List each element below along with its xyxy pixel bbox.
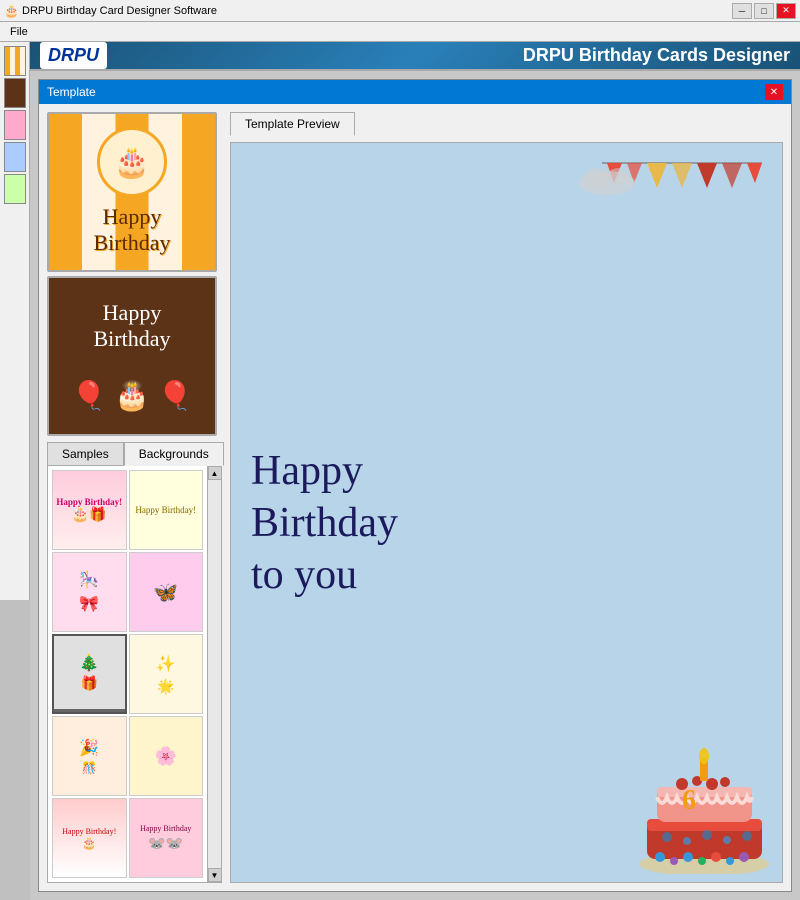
thumb-3[interactable]: 🎠 🎀 — [52, 552, 127, 632]
tabs-row: Samples Backgrounds — [47, 442, 222, 466]
dialog-area: Template ✕ 🎂 HappyBirthday — [30, 71, 800, 900]
thumb-10[interactable]: Happy Birthday 🐭🐭 — [129, 798, 204, 878]
cake-svg: 6 — [632, 729, 777, 874]
drpu-logo: DRPU — [40, 42, 107, 69]
preview-tab-button[interactable]: Template Preview — [230, 112, 355, 136]
thumb-7-icon: 🎉 — [79, 738, 99, 758]
thumb-5[interactable]: 🎄 🎁 — [52, 634, 127, 714]
app-icon: 🎂 — [4, 4, 18, 18]
thumb-8-icon: 🌸 — [155, 746, 177, 767]
thumb-6[interactable]: ✨ 🌟 — [129, 634, 204, 714]
maximize-button[interactable]: □ — [754, 3, 774, 19]
thumb-4-icon: 🦋 — [153, 580, 178, 605]
dialog-title-text: Template — [47, 85, 96, 99]
window-title: DRPU Birthday Card Designer Software — [22, 5, 732, 17]
thumb-4[interactable]: 🦋 — [129, 552, 204, 632]
thumb-5-icon: 🎄 — [79, 653, 99, 673]
sidebar-thumb-2[interactable] — [4, 78, 26, 108]
drpu-title: DRPU Birthday Cards Designer — [523, 45, 790, 66]
left-panel: 🎂 HappyBirthday HappyBirthday 🎈 🎂 🎈 — [47, 112, 222, 883]
dialog-body: 🎂 HappyBirthday HappyBirthday 🎈 🎂 🎈 — [39, 104, 791, 891]
cloud-decoration — [577, 158, 637, 201]
thumb-grid-wrapper: Happy Birthday! 🎂🎁 Happy Birthday! — [47, 466, 222, 883]
card2-text: HappyBirthday — [94, 300, 171, 353]
left-sidebar — [0, 42, 30, 600]
scroll-track — [208, 480, 222, 868]
sidebar-thumb-3[interactable] — [4, 110, 26, 140]
thumb-9[interactable]: Happy Birthday! 🎂 — [52, 798, 127, 878]
template-dialog: Template ✕ 🎂 HappyBirthday — [38, 79, 792, 892]
drpu-header: DRPU DRPU Birthday Cards Designer — [30, 42, 800, 71]
thumb-1[interactable]: Happy Birthday! 🎂🎁 — [52, 470, 127, 550]
preview-card: Happy Birthday to you — [231, 143, 782, 882]
title-bar: 🎂 DRPU Birthday Card Designer Software ─… — [0, 0, 800, 22]
preview-text-happy: Happy — [251, 447, 363, 495]
thumb-8[interactable]: 🌸 — [129, 716, 204, 796]
preview-box: Happy Birthday to you — [230, 142, 783, 883]
dialog-close-button[interactable]: ✕ — [765, 84, 783, 100]
scroll-down-button[interactable]: ▼ — [208, 868, 222, 882]
tab-samples[interactable]: Samples — [47, 442, 124, 466]
main-area: DRPU DRPU Birthday Cards Designer Templa… — [0, 42, 800, 600]
thumb-1-icon: Happy Birthday! — [56, 497, 122, 507]
sidebar-thumb-1[interactable] — [4, 46, 26, 76]
thumb-9-text: Happy Birthday! — [62, 827, 116, 836]
tab-backgrounds[interactable]: Backgrounds — [124, 442, 224, 466]
right-panel: Template Preview — [230, 112, 783, 883]
thumb-2-icon: Happy Birthday! — [135, 505, 196, 515]
svg-text:6: 6 — [682, 785, 696, 816]
thumb-7[interactable]: 🎉 🎊 — [52, 716, 127, 796]
preview-text-birthday: Birthday — [251, 499, 398, 547]
thumb-6-icon: ✨ — [156, 654, 176, 674]
card1-text: HappyBirthday — [94, 204, 171, 257]
card-thumb-2[interactable]: HappyBirthday 🎈 🎂 🎈 — [47, 276, 217, 436]
thumb-1-icon2: 🎂🎁 — [72, 507, 107, 524]
sample-cards: 🎂 HappyBirthday HappyBirthday 🎈 🎂 🎈 — [47, 112, 222, 436]
thumb-10-text: Happy Birthday — [140, 824, 191, 833]
card-thumb-1[interactable]: 🎂 HappyBirthday — [47, 112, 217, 272]
thumb-grid: Happy Birthday! 🎂🎁 Happy Birthday! — [48, 466, 207, 882]
preview-tab-row: Template Preview — [230, 112, 783, 136]
minimize-button[interactable]: ─ — [732, 3, 752, 19]
cake-decoration: 6 — [632, 729, 777, 877]
thumb-2[interactable]: Happy Birthday! — [129, 470, 204, 550]
thumb-3-icon: 🎠 — [79, 570, 99, 590]
scroll-up-button[interactable]: ▲ — [208, 466, 222, 480]
scroll-column: ▲ ▼ — [207, 466, 221, 882]
tabs-grid-area: Samples Backgrounds Happy Birthday! — [47, 442, 222, 883]
sidebar-thumb-4[interactable] — [4, 142, 26, 172]
cloud-svg — [577, 158, 637, 198]
close-window-button[interactable]: ✕ — [776, 3, 796, 19]
sidebar-thumb-5[interactable] — [4, 174, 26, 204]
menu-file[interactable]: File — [4, 24, 34, 40]
content-area: DRPU DRPU Birthday Cards Designer Templa… — [30, 42, 800, 600]
preview-text-toyou: to you — [251, 551, 357, 599]
menu-bar: File — [0, 22, 800, 42]
dialog-title-bar: Template ✕ — [39, 80, 791, 104]
title-bar-controls: ─ □ ✕ — [732, 3, 796, 19]
